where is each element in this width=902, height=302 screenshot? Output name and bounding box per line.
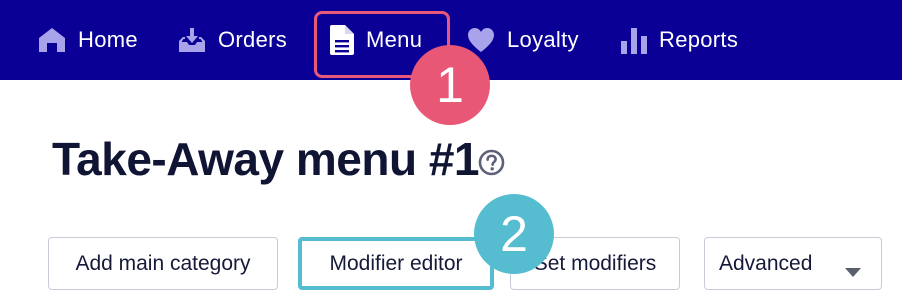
nav-item-menu[interactable]: Menu — [330, 0, 422, 80]
inbox-tray-icon — [178, 27, 206, 53]
heart-icon — [467, 27, 495, 53]
step-marker-1: 1 — [410, 45, 490, 125]
nav-item-label: Reports — [659, 27, 739, 52]
nav-item-home[interactable]: Home — [38, 0, 138, 80]
caret-down-icon — [845, 260, 861, 284]
advanced-label: Advanced — [719, 251, 813, 275]
nav-item-reports[interactable]: Reports — [621, 0, 738, 80]
add-main-category-button[interactable]: Add main category — [48, 237, 278, 290]
nav-item-orders[interactable]: Orders — [178, 0, 287, 80]
document-icon — [330, 25, 354, 55]
home-icon — [38, 27, 66, 53]
nav-item-label: Home — [78, 27, 138, 52]
nav-item-label: Menu — [366, 27, 423, 52]
nav-item-label: Loyalty — [507, 27, 579, 52]
advanced-dropdown[interactable]: Advanced — [704, 237, 882, 290]
question-circle-icon[interactable] — [478, 149, 505, 176]
page-title: Take-Away menu #1 — [52, 133, 480, 185]
nav-item-label: Orders — [218, 27, 288, 52]
bar-chart-icon — [621, 26, 647, 54]
modifier-editor-button[interactable]: Modifier editor — [298, 237, 494, 290]
step-marker-2: 2 — [474, 194, 554, 274]
